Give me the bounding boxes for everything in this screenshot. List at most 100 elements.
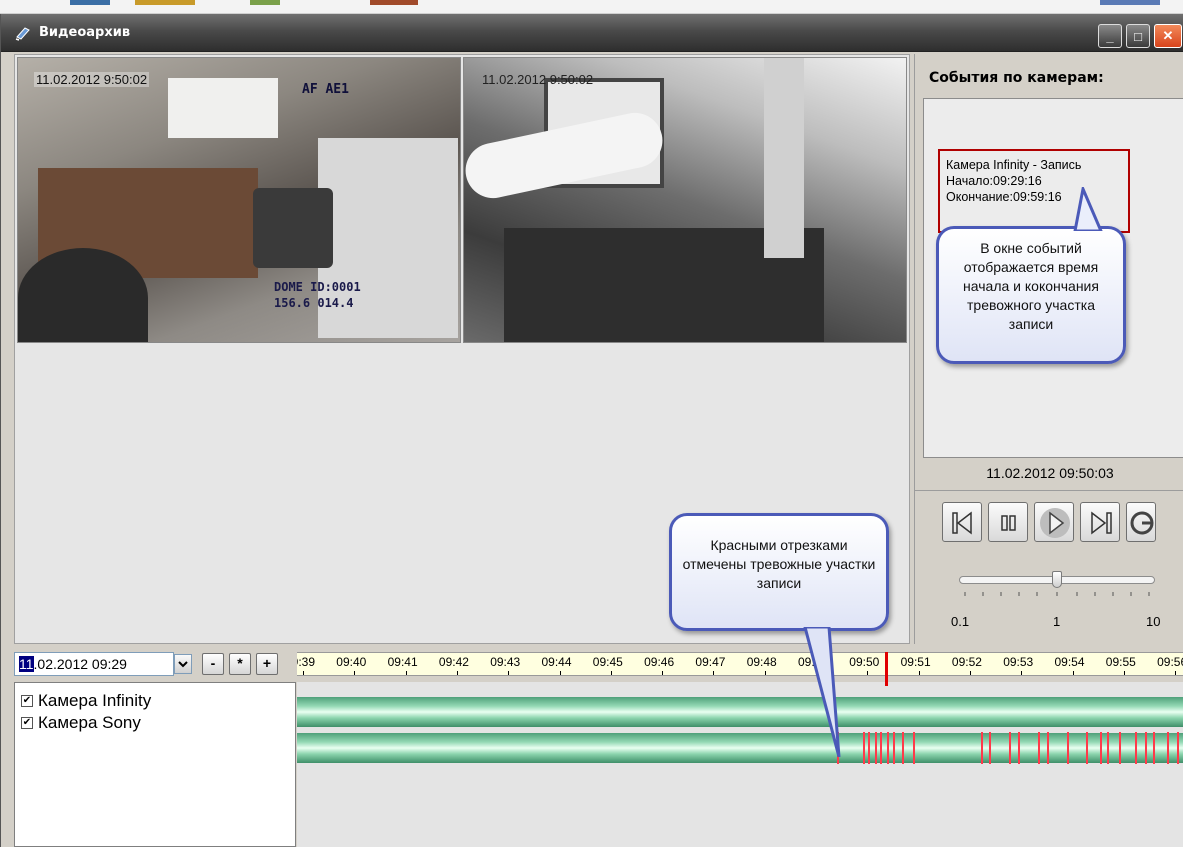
camera-list-item-infinity[interactable]: ✔ Камера Infinity <box>21 691 151 711</box>
speed-min-label: 0.1 <box>951 614 970 629</box>
timeline-tracks[interactable] <box>297 682 1183 847</box>
refresh-button[interactable] <box>1126 502 1156 542</box>
zoom-out-button[interactable]: - <box>202 653 224 675</box>
timeline-tick-mark <box>918 671 920 675</box>
strip-item <box>370 0 418 5</box>
timeline-tick-label: 09:54 <box>1054 655 1085 669</box>
zoom-reset-button[interactable]: * <box>229 653 251 675</box>
camera-view-infinity[interactable]: 11.02.2012 9:50:02 AF AE1 DOME ID:0001 1… <box>17 57 461 343</box>
timeline-tick-label: 09:55 <box>1105 655 1136 669</box>
strip-item <box>250 0 280 5</box>
alarm-segment[interactable] <box>1153 732 1155 764</box>
camera-overlay-text: 156.6 014.4 <box>274 296 354 310</box>
alarm-segment[interactable] <box>1009 732 1011 764</box>
callout-timeline: Красными отрезками отмечены тревожные уч… <box>669 513 889 631</box>
checkbox-checked-icon[interactable]: ✔ <box>21 717 33 729</box>
timeline-tick-mark <box>662 671 664 675</box>
video-archive-window: Видеоархив _ □ ✕ 11.02.2012 9:50:02 AF A… <box>0 14 1183 847</box>
camera-timestamp: 11.02.2012 9:50:02 <box>34 72 150 87</box>
alarm-segment[interactable] <box>887 732 889 764</box>
skip-back-icon <box>952 511 972 535</box>
close-icon: ✕ <box>1162 28 1174 43</box>
app-icon <box>15 27 30 41</box>
camera-view-sony[interactable]: 11.02.2012 9:50:02 <box>463 57 907 343</box>
pillar-shape <box>764 58 804 258</box>
camera-list-item-sony[interactable]: ✔ Камера Sony <box>21 713 141 733</box>
alarm-segment[interactable] <box>913 732 915 764</box>
speed-slider-thumb[interactable] <box>1052 571 1062 588</box>
track-camera-infinity[interactable] <box>297 697 1183 727</box>
timeline-tick-label: 09:48 <box>746 655 777 669</box>
chair-shape <box>18 248 148 342</box>
timeline-tick-label: 09:43 <box>490 655 521 669</box>
speed-max-label: 10 <box>1146 614 1161 629</box>
date-time-field[interactable]: 11.02.2012 09:29 <box>14 652 174 676</box>
pause-icon <box>1001 515 1016 531</box>
title-bar[interactable]: Видеоархив _ □ ✕ <box>1 14 1183 52</box>
maximize-icon: □ <box>1134 28 1142 44</box>
date-rest: .02.2012 09:29 <box>33 656 127 672</box>
timeline-tick-label: 09:40 <box>336 655 367 669</box>
alarm-segment[interactable] <box>893 732 895 764</box>
callout-pointer <box>803 627 841 757</box>
alarm-segment[interactable] <box>868 732 870 764</box>
skip-back-button[interactable] <box>942 502 982 542</box>
zoom-in-button[interactable]: + <box>256 653 278 675</box>
close-button[interactable]: ✕ <box>1154 24 1182 48</box>
date-dropdown-button[interactable] <box>174 654 192 674</box>
skip-forward-button[interactable] <box>1080 502 1120 542</box>
timeline-tick-label: 09:46 <box>644 655 675 669</box>
timeline-playhead[interactable] <box>885 652 888 686</box>
current-timestamp: 11.02.2012 09:50:03 <box>986 465 1114 481</box>
alarm-segment[interactable] <box>1177 732 1179 764</box>
camera-overlay-text: DOME ID:0001 <box>274 280 361 294</box>
alarm-segment[interactable] <box>1018 732 1020 764</box>
alarm-segment[interactable] <box>1167 732 1169 764</box>
alarm-segment[interactable] <box>1038 732 1040 764</box>
camera-list-label: Камера Infinity <box>38 691 152 710</box>
alarm-segment[interactable] <box>981 732 983 764</box>
timeline-tick-mark <box>1175 671 1177 675</box>
strip-item <box>70 0 110 5</box>
timeline-tick-label: 09:45 <box>592 655 623 669</box>
alarm-segment[interactable] <box>1067 732 1069 764</box>
alarm-segment[interactable] <box>1047 732 1049 764</box>
minimize-button[interactable]: _ <box>1098 24 1122 48</box>
alarm-segment[interactable] <box>1119 732 1121 764</box>
timeline-tick-label: 09:53 <box>1003 655 1034 669</box>
play-button[interactable] <box>1034 502 1074 542</box>
callout-pointer <box>1073 187 1103 231</box>
alarm-segment[interactable] <box>902 732 904 764</box>
chair-shape <box>253 188 333 268</box>
callout-events: В окне событий отображается время начала… <box>936 226 1126 364</box>
alarm-segment[interactable] <box>1107 732 1109 764</box>
checkbox-checked-icon[interactable]: ✔ <box>21 695 33 707</box>
timeline-section: 11.02.2012 09:29 - * + ✔ Камера Infinity… <box>14 648 1183 847</box>
pause-button[interactable] <box>988 502 1028 542</box>
alarm-segment[interactable] <box>1135 732 1137 764</box>
alarm-segment[interactable] <box>880 732 882 764</box>
chevron-down-icon <box>178 661 188 668</box>
timeline-tick-label: 09:44 <box>541 655 572 669</box>
maximize-button[interactable]: □ <box>1126 24 1150 48</box>
alarm-segment[interactable] <box>1145 732 1147 764</box>
timeline-tick-label: 09:41 <box>387 655 418 669</box>
alarm-segment[interactable] <box>989 732 991 764</box>
speed-slider-ticks <box>964 592 1150 596</box>
timeline-tick-label: 09:47 <box>695 655 726 669</box>
timeline-tick-mark <box>508 671 510 675</box>
background-taskbar-strip <box>0 0 1183 14</box>
timeline-tick-mark <box>405 671 407 675</box>
alarm-segment[interactable] <box>875 732 877 764</box>
timeline-tick-mark <box>610 671 612 675</box>
track-camera-sony[interactable] <box>297 733 1183 763</box>
timeline-ruler[interactable]: 09:39 09:40 09:41 09:42 09:43 09:44 09:45 09:46… <box>297 652 1183 676</box>
alarm-segment[interactable] <box>1100 732 1102 764</box>
timeline-tick-label: 09:50 <box>849 655 880 669</box>
timeline-tick-mark <box>354 671 356 675</box>
alarm-segment[interactable] <box>1086 732 1088 764</box>
skip-forward-icon <box>1091 511 1112 535</box>
alarm-segment[interactable] <box>863 732 865 764</box>
camera-timestamp: 11.02.2012 9:50:02 <box>482 72 594 87</box>
window-light <box>168 78 278 138</box>
